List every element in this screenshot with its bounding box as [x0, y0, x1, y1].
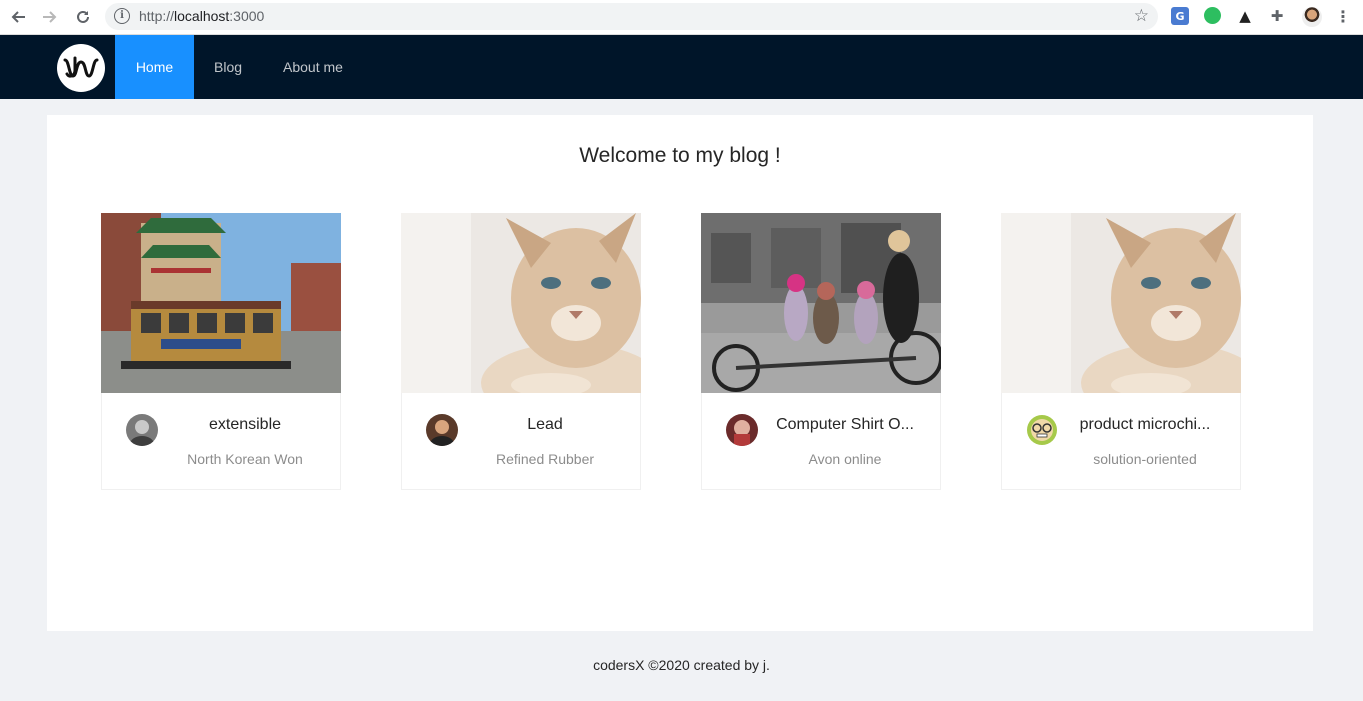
- back-arrow-icon[interactable]: [6, 6, 30, 28]
- url-text[interactable]: http://localhost:3000: [139, 8, 264, 24]
- browser-toolbar: i http://localhost:3000 ☆ G ▲ ✚ ⋮: [0, 0, 1363, 35]
- author-avatar: [126, 414, 158, 446]
- card-title[interactable]: Computer Shirt O...: [770, 416, 920, 434]
- menu-item-about[interactable]: About me: [283, 35, 343, 99]
- majin-logo-icon[interactable]: [57, 44, 105, 92]
- bird-icon[interactable]: ▲: [1236, 7, 1254, 25]
- cat-photo: [401, 213, 641, 393]
- author-avatar: [426, 414, 458, 446]
- reload-icon[interactable]: [71, 6, 95, 28]
- footer-text: codersX ©2020 created by j.: [593, 657, 770, 673]
- cable-car-photo: [101, 213, 341, 393]
- cat-photo: [1001, 213, 1241, 393]
- post-card[interactable]: extensible North Korean Won: [101, 213, 341, 490]
- tandem-bicycle-photo: [701, 213, 941, 393]
- site-header: Home Blog About me: [0, 35, 1363, 99]
- author-avatar: [1026, 414, 1058, 446]
- evernote-icon[interactable]: [1204, 7, 1221, 24]
- card-title[interactable]: extensible: [170, 416, 320, 434]
- menu-item-blog[interactable]: Blog: [214, 35, 242, 99]
- profile-avatar[interactable]: [1302, 7, 1322, 27]
- site-info-icon[interactable]: i: [114, 8, 130, 24]
- card-description: solution-oriented: [1093, 451, 1197, 467]
- kebab-menu-icon[interactable]: ⋮: [1334, 7, 1352, 26]
- address-bar[interactable]: i http://localhost:3000 ☆: [105, 3, 1158, 30]
- post-card[interactable]: Lead Refined Rubber: [401, 213, 641, 490]
- page-title: Welcome to my blog !: [579, 144, 781, 167]
- card-description: Refined Rubber: [495, 451, 595, 467]
- translate-icon[interactable]: G: [1171, 7, 1189, 25]
- author-avatar: [726, 414, 758, 446]
- card-title[interactable]: product microchi...: [1070, 416, 1220, 434]
- main-content: Welcome to my blog ! extensible North Ko…: [47, 115, 1313, 631]
- forward-arrow-icon[interactable]: [38, 6, 62, 28]
- post-card[interactable]: product microchi... solution-oriented: [1001, 213, 1241, 490]
- card-description: North Korean Won: [187, 451, 303, 467]
- puzzle-icon[interactable]: ✚: [1268, 7, 1286, 25]
- card-description: Avon online: [808, 451, 882, 467]
- bookmark-star-icon[interactable]: ☆: [1134, 6, 1149, 26]
- post-card[interactable]: Computer Shirt O... Avon online: [701, 213, 941, 490]
- menu-item-home[interactable]: Home: [115, 35, 194, 99]
- card-title[interactable]: Lead: [470, 416, 620, 434]
